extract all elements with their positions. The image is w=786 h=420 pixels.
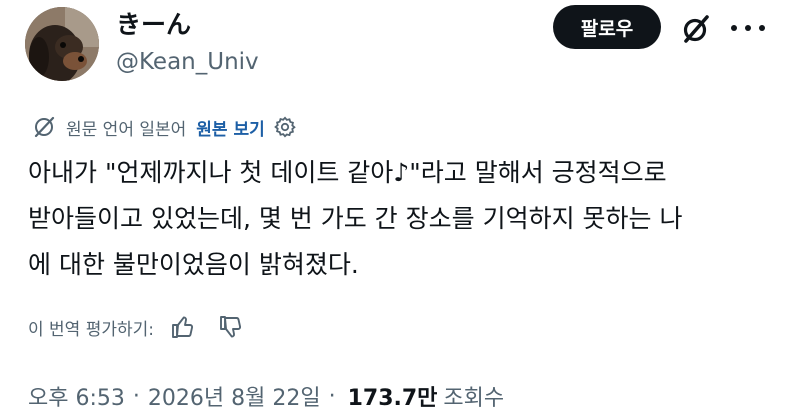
post-time[interactable]: 오후 6:53 (28, 380, 125, 412)
tweet-text: 아내가 "언제까지나 첫 데이트 같아♪"라고 말해서 긍정적으로 받아들이고 … (28, 150, 768, 288)
view-count[interactable]: 173.7만 (348, 380, 438, 412)
thumbs-up-icon[interactable] (170, 314, 196, 340)
show-original-link[interactable]: 원본 보기 (196, 115, 264, 140)
display-name[interactable]: きーん (116, 10, 191, 40)
post-date[interactable]: 2026년 8월 22일 (148, 380, 321, 412)
translation-notice: 원문 언어 일본어 원본 보기 (32, 113, 297, 141)
rate-translation: 이 번역 평가하기: (28, 313, 244, 341)
grok-icon[interactable] (679, 12, 713, 46)
rate-translation-label: 이 번역 평가하기: (28, 319, 155, 340)
source-language-text: 원문 언어 일본어 (66, 119, 187, 140)
dog-avatar-image (25, 7, 99, 81)
user-handle[interactable]: @Kean_Univ (116, 48, 259, 76)
tweet-line: 에 대한 불만이었음이 밝혀졌다. (28, 250, 359, 279)
thumbs-down-icon[interactable] (218, 314, 244, 340)
view-count-label: 조회수 (443, 386, 505, 411)
tweet-meta: 오후 6:53 · 2026년 8월 22일 · 173.7만 조회수 (28, 380, 504, 412)
globe-slash-icon (32, 115, 56, 139)
separator: · (328, 383, 336, 409)
more-icon[interactable] (731, 16, 765, 40)
tweet-line: 받아들이고 있었는데, 몇 번 가도 간 장소를 기억하지 못하는 나 (28, 204, 683, 233)
gear-icon[interactable] (273, 115, 297, 139)
avatar[interactable] (25, 7, 99, 81)
separator: · (132, 383, 140, 409)
tweet-line: 아내가 "언제까지나 첫 데이트 같아♪"라고 말해서 긍정적으로 (28, 158, 667, 187)
follow-button[interactable]: 팔로우 (553, 5, 661, 49)
